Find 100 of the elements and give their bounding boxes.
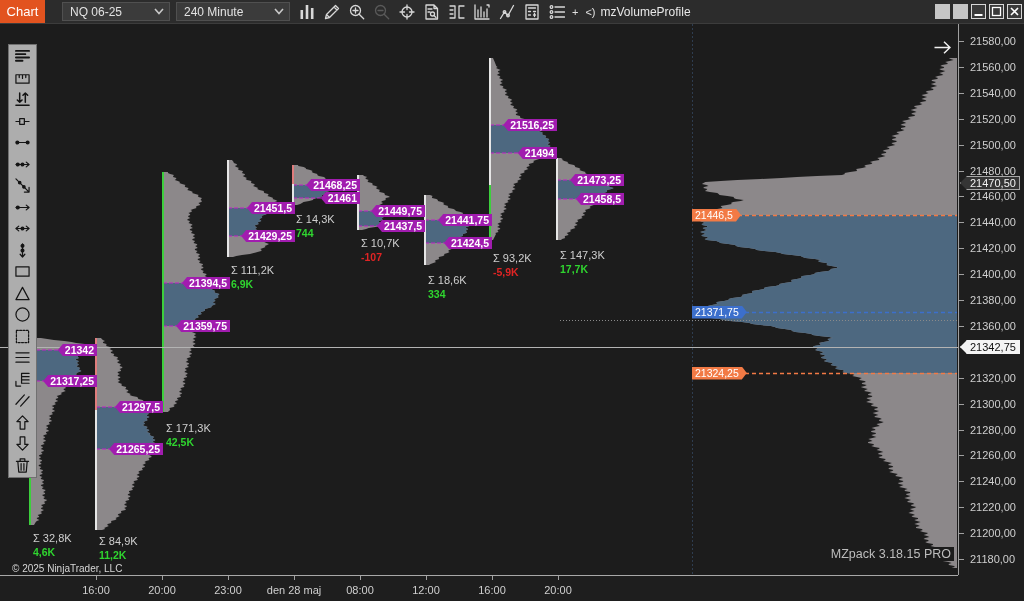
time-label: 20:00 xyxy=(544,584,572,597)
price-label: 21200,00 xyxy=(970,527,1016,540)
bar-chart-icon[interactable] xyxy=(299,3,315,20)
price-label: 21320,00 xyxy=(970,371,1016,384)
delta-value: 334 xyxy=(428,288,446,300)
volume-total: Σ 171,3K xyxy=(166,422,211,434)
volume-total: Σ 93,2K xyxy=(493,252,532,264)
price-tag: 21473,25 xyxy=(570,174,624,186)
delta-value: 6,9K xyxy=(231,278,254,290)
price-label: 21480,00 xyxy=(970,164,1016,177)
minimize-icon[interactable] xyxy=(971,4,986,19)
chevron-down-icon[interactable] xyxy=(154,8,164,15)
stepped-lines-icon[interactable] xyxy=(15,371,30,387)
horizontal-bars-icon[interactable] xyxy=(15,49,30,64)
volume-total: Σ 14,3K xyxy=(296,213,335,225)
volume-total: Σ 84,9K xyxy=(99,535,138,547)
price-tag: 21394,5 xyxy=(182,277,230,289)
pencil-icon[interactable] xyxy=(324,3,340,20)
price-tag: 21297,5 xyxy=(115,401,163,413)
toolbar-button[interactable]: <) xyxy=(585,5,596,18)
diagonal-arrow-icon[interactable] xyxy=(15,178,30,194)
price-label: 21520,00 xyxy=(970,112,1016,125)
line-chart-icon[interactable] xyxy=(499,3,515,20)
delta-value: 42,5K xyxy=(166,436,195,448)
price-tag: 21424,5 xyxy=(444,237,492,249)
price-tag: 21429,25 xyxy=(241,230,295,242)
price-label: 21300,00 xyxy=(970,397,1016,410)
window-tile-icon[interactable] xyxy=(935,4,950,19)
price-tag: 21359,75 xyxy=(176,320,230,332)
time-label: 20:00 xyxy=(148,584,176,597)
price-tag: 21317,25 xyxy=(43,375,97,387)
triangle-icon[interactable] xyxy=(15,285,30,301)
toolbar-button[interactable]: + xyxy=(572,5,579,18)
chart-button[interactable]: Chart xyxy=(0,0,45,23)
delta-value: -5,9K xyxy=(493,266,519,278)
price-label: 21580,00 xyxy=(970,35,1016,47)
delta-value: -107 xyxy=(361,251,382,263)
time-label: 16:00 xyxy=(82,584,110,597)
volume-total: Σ 32,8K xyxy=(33,532,72,544)
arrow-right-icon[interactable] xyxy=(934,41,951,54)
rectangle-icon[interactable] xyxy=(15,264,30,280)
price-tag: 21441,75 xyxy=(438,214,492,226)
price-label: 21500,00 xyxy=(970,138,1016,151)
boxed-bars-icon[interactable] xyxy=(474,3,490,20)
price-marker: 21470,50 xyxy=(960,176,1020,190)
time-label: 08:00 xyxy=(346,584,374,597)
price-tag: 21494 xyxy=(517,147,557,159)
window-tile-icon[interactable] xyxy=(953,4,968,19)
price-label: 21280,00 xyxy=(970,423,1016,436)
horizontal-lines-icon[interactable] xyxy=(15,350,30,366)
bracket-icon[interactable] xyxy=(449,3,465,20)
price-tag: 21461 xyxy=(320,192,360,204)
interval-dropdown[interactable]: 240 Minute xyxy=(176,2,290,21)
price-label: 21400,00 xyxy=(970,268,1016,281)
indicator-label[interactable]: mzVolumeProfile xyxy=(600,4,691,19)
delta-value: 744 xyxy=(296,227,314,239)
price-label: 21460,00 xyxy=(970,190,1016,203)
down-arrow-icon[interactable] xyxy=(15,436,30,452)
instrument-dropdown[interactable]: NQ 06-25 xyxy=(62,2,170,21)
trash-icon[interactable] xyxy=(15,457,30,473)
price-label: 21540,00 xyxy=(970,86,1016,99)
time-label: den 28 maj xyxy=(266,584,322,597)
price-tag: 21342 xyxy=(57,344,97,356)
zoom-in-icon[interactable] xyxy=(349,3,365,20)
price-label: 21380,00 xyxy=(970,294,1016,306)
up-arrow-icon[interactable] xyxy=(15,414,30,430)
price-label: 21360,00 xyxy=(970,319,1016,332)
time-label: 16:00 xyxy=(478,584,506,597)
price-tag: 21458,5 xyxy=(576,193,624,205)
level-price-tag: 21324,25 xyxy=(692,366,747,380)
close-icon[interactable] xyxy=(1007,4,1022,19)
price-tag: 21451,5 xyxy=(247,202,295,214)
price-label: 21420,00 xyxy=(970,242,1016,255)
circle-icon[interactable] xyxy=(15,307,30,323)
price-label: 21220,00 xyxy=(970,501,1016,514)
dotted-rectangle-icon[interactable] xyxy=(15,328,30,344)
price-label: 21440,00 xyxy=(970,216,1016,229)
document-search-icon[interactable] xyxy=(424,3,440,20)
chevron-down-icon[interactable] xyxy=(274,8,284,15)
time-label: 12:00 xyxy=(412,584,440,597)
up-down-arrows-icon[interactable] xyxy=(15,92,30,108)
price-label: 21560,00 xyxy=(970,60,1016,73)
calculator-icon[interactable] xyxy=(524,3,540,20)
volume-total: Σ 111,2K xyxy=(231,264,275,276)
volume-total: Σ 10,7K xyxy=(361,237,400,249)
price-tag: 21449,75 xyxy=(371,205,425,217)
list-icon[interactable] xyxy=(549,3,565,20)
price-tag: 21437,5 xyxy=(377,220,425,232)
price-tag: 21516,25 xyxy=(503,119,557,131)
price-tag: 21468,25 xyxy=(306,179,360,191)
parallel-lines-icon[interactable] xyxy=(15,393,30,409)
delta-value: 17,7K xyxy=(560,263,589,275)
crosshair-icon[interactable] xyxy=(399,3,415,20)
price-label: 21260,00 xyxy=(970,449,1016,462)
volume-total: Σ 18,6K xyxy=(428,274,467,286)
price-label: 21180,00 xyxy=(970,553,1016,565)
level-price-tag: 21446,5 xyxy=(692,208,741,222)
copyright-text: © 2025 NinjaTrader, LLC xyxy=(12,563,123,575)
volume-total: Σ 147,3K xyxy=(560,249,605,261)
maximize-icon[interactable] xyxy=(989,4,1004,19)
